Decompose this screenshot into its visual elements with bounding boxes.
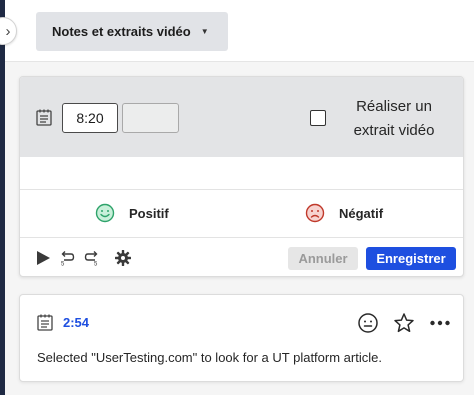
smile-icon: [95, 203, 115, 223]
notes-panel: › Notes et extraits vidéo ▼ Réaliser un …: [0, 0, 474, 395]
note-icon: [36, 109, 52, 126]
note-editor: Réaliser un extrait vidéo Positif: [19, 76, 464, 277]
note-timestamp-link[interactable]: 2:54: [63, 315, 89, 330]
react-icon: [358, 313, 378, 333]
note-text-area[interactable]: [20, 157, 463, 190]
save-button[interactable]: Enregistrer: [366, 247, 456, 270]
start-time-input[interactable]: [62, 103, 118, 133]
note-icon: [37, 314, 53, 331]
editor-header: Réaliser un extrait vidéo: [20, 77, 463, 157]
view-dropdown-label: Notes et extraits vidéo: [52, 24, 191, 39]
chevron-right-icon: ›: [5, 22, 11, 40]
sentiment-row: Positif Négatif: [20, 190, 463, 238]
more-button[interactable]: [429, 312, 451, 334]
rewind-button[interactable]: 5: [58, 249, 76, 267]
forward-button[interactable]: 5: [83, 249, 101, 267]
react-button[interactable]: [357, 312, 379, 334]
rewind-icon: 5: [61, 251, 75, 268]
positive-label: Positif: [129, 205, 169, 221]
editor-toolbar: 5 5 Annuler Enregistrer: [20, 238, 463, 276]
note-card: 2:54 Selected "UserTesting.com" to look …: [19, 294, 464, 382]
clip-checkbox[interactable]: [310, 110, 326, 126]
view-dropdown[interactable]: Notes et extraits vidéo ▼: [36, 12, 228, 51]
svg-text:5: 5: [61, 262, 65, 268]
caret-down-icon: ▼: [200, 27, 209, 36]
more-icon: [430, 320, 450, 326]
cancel-button[interactable]: Annuler: [288, 247, 358, 270]
end-time-input[interactable]: [122, 103, 179, 133]
gear-icon: [115, 250, 131, 266]
top-bar: Notes et extraits vidéo ▼: [5, 0, 474, 62]
play-button[interactable]: [34, 249, 52, 267]
note-body-text: Selected "UserTesting.com" to look for a…: [37, 350, 382, 365]
settings-button[interactable]: [114, 249, 132, 267]
positive-button[interactable]: Positif: [95, 203, 169, 223]
star-icon: [394, 313, 414, 333]
svg-text:5: 5: [94, 262, 98, 268]
negative-label: Négatif: [339, 205, 384, 221]
clip-label: Réaliser un extrait vidéo: [353, 98, 435, 139]
play-icon: [37, 251, 50, 265]
star-button[interactable]: [393, 312, 415, 334]
frown-icon: [305, 203, 325, 223]
negative-button[interactable]: Négatif: [305, 203, 383, 223]
forward-icon: 5: [84, 251, 98, 268]
